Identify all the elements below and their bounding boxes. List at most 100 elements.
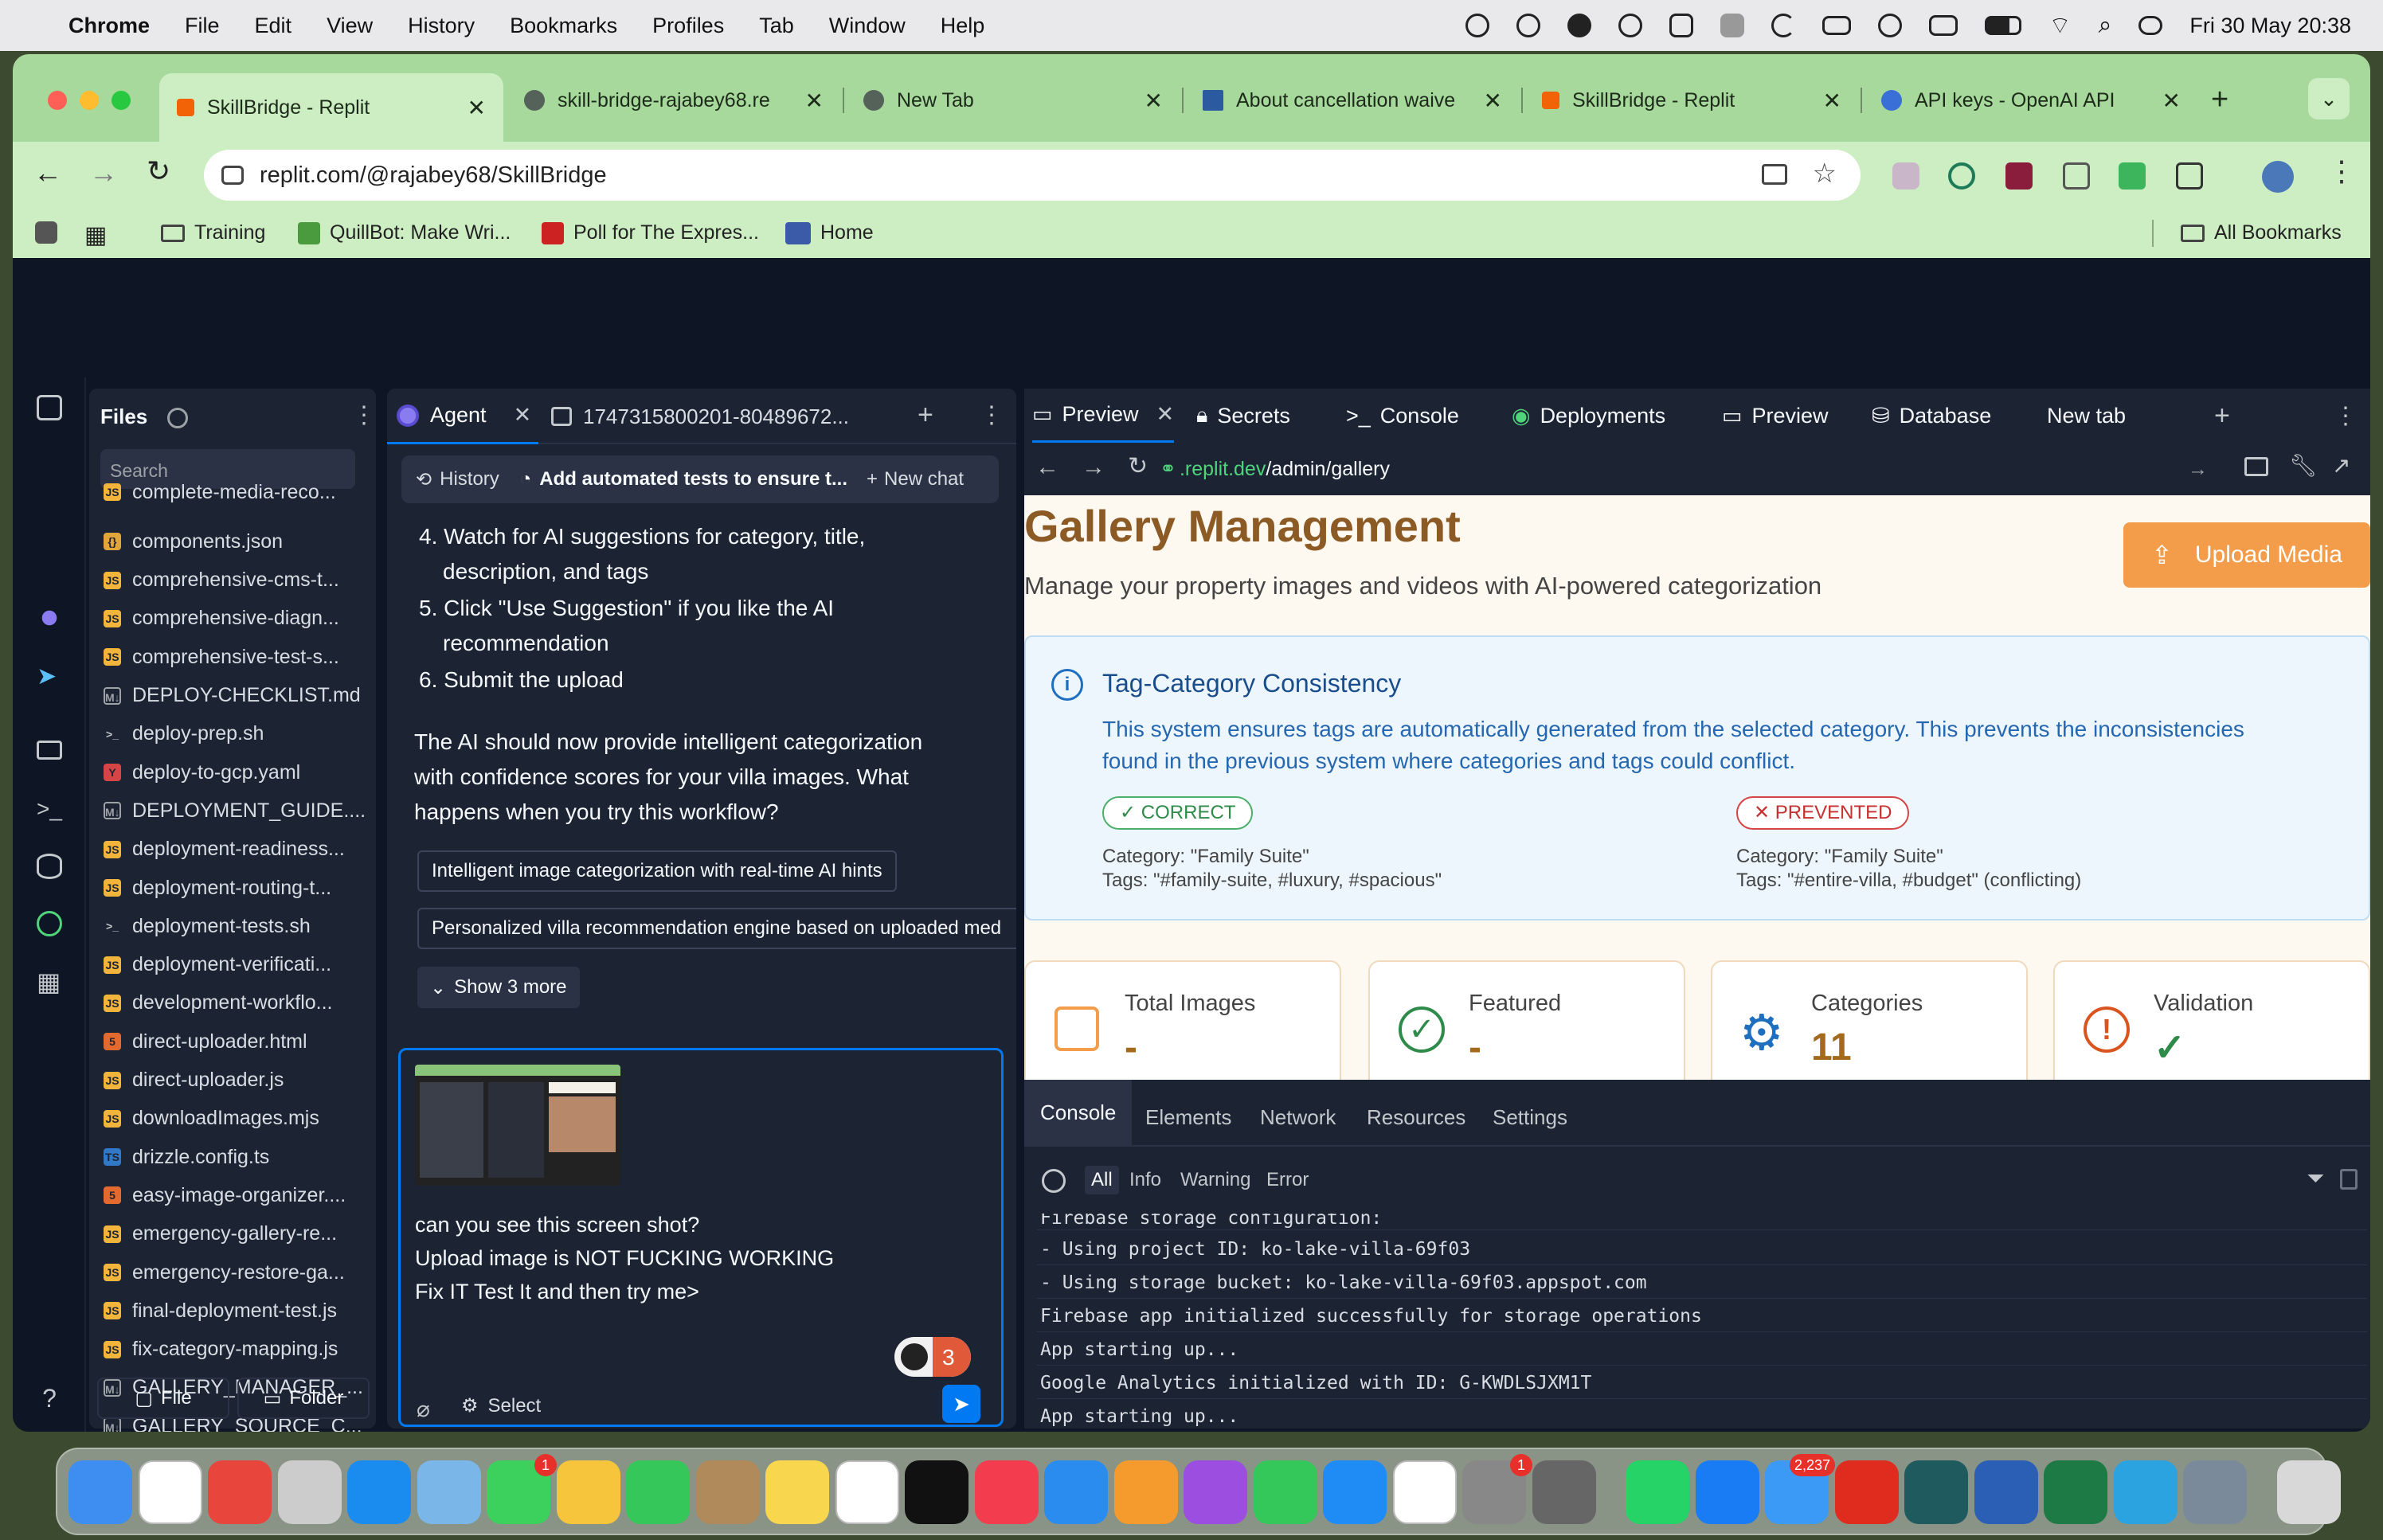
launchpad-icon[interactable] xyxy=(277,1460,342,1524)
tab-agent[interactable]: Agent ✕ xyxy=(387,389,538,444)
file-item[interactable]: >_ deployment-tests.sh xyxy=(104,910,311,942)
devices-icon[interactable] xyxy=(2244,457,2268,476)
display-icon[interactable] xyxy=(1929,15,1958,36)
profile-avatar[interactable] xyxy=(2262,161,2294,193)
file-item[interactable]: JS deployment-routing-t... xyxy=(104,872,331,904)
go-icon[interactable]: → xyxy=(2188,458,2208,481)
whatsapp-icon[interactable] xyxy=(1626,1460,1689,1524)
file-item[interactable]: TS drizzle.config.ts xyxy=(104,1141,269,1173)
control-center-icon[interactable] xyxy=(2138,16,2163,35)
menu-help[interactable]: Help xyxy=(941,14,985,38)
send-button[interactable]: ➤ xyxy=(942,1385,980,1423)
file-item[interactable]: JS deployment-verificati... xyxy=(104,949,331,981)
forward-icon[interactable]: → xyxy=(1082,454,1105,481)
perplexity-icon[interactable] xyxy=(1904,1460,1968,1524)
checkmark-status-icon[interactable] xyxy=(1618,14,1643,37)
trash-icon[interactable] xyxy=(2276,1460,2341,1524)
app-store-icon[interactable] xyxy=(1323,1460,1387,1524)
new-folder-button[interactable]: ▭ Folder xyxy=(237,1378,370,1419)
file-item[interactable]: JS complete-media-reco... xyxy=(104,476,336,508)
reminders-icon[interactable] xyxy=(835,1460,899,1524)
browser-tab-1[interactable]: SkillBridge - Replit ✕ xyxy=(159,73,503,142)
preview-url-input[interactable]: ⚭ .replit.dev /admin/gallery → xyxy=(1160,449,2208,489)
facetime-icon[interactable] xyxy=(626,1460,690,1524)
tab-console[interactable]: >_ Console xyxy=(1346,389,1459,443)
wifi-icon[interactable]: ⌔ xyxy=(2048,10,2071,41)
attached-screenshot-thumbnail[interactable] xyxy=(415,1065,620,1186)
close-tab-icon[interactable]: ✕ xyxy=(2162,88,2181,114)
database-icon[interactable] xyxy=(37,854,62,879)
photos-icon[interactable] xyxy=(556,1460,620,1524)
preview-monitor-icon[interactable] xyxy=(37,741,62,760)
extensions-puzzle-icon[interactable] xyxy=(2176,162,2203,190)
file-item[interactable]: M↓ DEPLOY-CHECKLIST.md xyxy=(104,680,361,712)
chat-input[interactable]: can you see this screen shot? Upload ima… xyxy=(398,1048,1004,1427)
browser-tab-6[interactable]: API keys - OpenAI API ✕ xyxy=(1864,73,2198,127)
acrobat-icon[interactable] xyxy=(1834,1460,1899,1524)
devtools-wrench-icon[interactable]: 🔧︎ xyxy=(2289,452,2318,479)
tab-image-file[interactable]: 1747315800201-80489672... xyxy=(551,389,849,444)
finder-icon[interactable] xyxy=(68,1460,132,1524)
menu-bookmarks[interactable]: Bookmarks xyxy=(510,14,617,38)
bookmark-quillbot[interactable]: QuillBot: Make Wri... xyxy=(298,221,511,244)
file-item[interactable]: JS final-deployment-test.js xyxy=(104,1295,337,1327)
telegram-icon[interactable] xyxy=(2113,1460,2178,1524)
sheets-extension-icon[interactable] xyxy=(2119,162,2146,190)
select-button[interactable]: ⚙ Select xyxy=(461,1394,541,1417)
preview-icon[interactable] xyxy=(417,1460,481,1524)
devtools-tab-console[interactable]: Console xyxy=(1024,1080,1133,1145)
memory-icon[interactable] xyxy=(1822,16,1852,35)
close-tab-icon[interactable]: ✕ xyxy=(1484,88,1502,114)
shell-icon[interactable]: >_ xyxy=(37,796,62,822)
grid-icon[interactable]: ▦ xyxy=(84,221,107,249)
file-item[interactable]: JS emergency-gallery-re... xyxy=(104,1218,337,1250)
reload-icon[interactable]: ↻ xyxy=(1128,452,1148,480)
battery-icon[interactable] xyxy=(1985,16,2022,35)
browser-tab-4[interactable]: About cancellation waive ✕ xyxy=(1185,73,1520,127)
file-item[interactable]: JS deployment-readiness... xyxy=(104,834,345,866)
sidebar-toggle-icon[interactable] xyxy=(37,395,62,420)
file-item[interactable]: JS direct-uploader.js xyxy=(104,1065,284,1096)
files-menu-icon[interactable]: ⋮ xyxy=(352,401,376,429)
moon-icon[interactable] xyxy=(1771,14,1796,37)
todoist-extension-icon[interactable] xyxy=(2005,162,2033,190)
file-item[interactable]: 5 easy-image-organizer.... xyxy=(104,1179,346,1211)
close-tab-icon[interactable]: ✕ xyxy=(1145,88,1163,114)
chrome-icon[interactable] xyxy=(208,1460,272,1524)
git-icon[interactable]: ➤ xyxy=(37,663,62,690)
add-tab-button[interactable]: + xyxy=(918,400,933,431)
pages-icon[interactable] xyxy=(1113,1460,1178,1524)
grammarly-status-icon[interactable] xyxy=(1567,14,1592,37)
tab-preview-2[interactable]: ▭ Preview xyxy=(1722,389,1829,443)
menu-file[interactable]: File xyxy=(185,14,220,38)
chrome-menu-icon[interactable]: ⋮ xyxy=(2327,154,2356,188)
deployments-icon[interactable] xyxy=(37,911,62,936)
address-bar[interactable]: replit.com/@rajabey68/SkillBridge ☆ xyxy=(204,150,1861,201)
tab-secrets[interactable]: 🔒︎ Secrets xyxy=(1196,389,1290,443)
chatgpt-status-icon[interactable] xyxy=(1516,14,1541,37)
filter-error[interactable]: Error xyxy=(1266,1169,1309,1191)
status-icon-1[interactable] xyxy=(1465,14,1490,37)
keynote-icon[interactable] xyxy=(1044,1460,1108,1524)
close-tab-icon[interactable]: ✕ xyxy=(1156,402,1175,427)
reload-button[interactable]: ↻ xyxy=(147,154,170,188)
iphone-mirroring-icon[interactable] xyxy=(1532,1460,1596,1524)
tab-search-button[interactable]: ⌄ xyxy=(2308,78,2350,119)
user-status-icon[interactable] xyxy=(1720,14,1745,37)
freeform-icon[interactable] xyxy=(1392,1460,1457,1524)
suggestion-chip-1[interactable]: Intelligent image categorization with re… xyxy=(417,850,897,892)
tab-new[interactable]: New tab xyxy=(2047,389,2126,443)
podcasts-icon[interactable] xyxy=(1184,1460,1247,1524)
word-icon[interactable] xyxy=(1974,1460,2038,1524)
menu-history[interactable]: History xyxy=(408,14,475,38)
contacts-icon[interactable] xyxy=(695,1460,760,1524)
messages-icon[interactable]: 1 xyxy=(487,1454,557,1524)
play-icon[interactable] xyxy=(1878,14,1903,37)
browser-tab-3[interactable]: New Tab ✕ xyxy=(846,73,1180,127)
filter-warning[interactable]: Warning xyxy=(1180,1169,1250,1191)
file-item[interactable]: 5 direct-uploader.html xyxy=(104,1026,307,1057)
file-item[interactable]: JS emergency-restore-ga... xyxy=(104,1257,345,1288)
devtools-tab-settings[interactable]: Settings xyxy=(1493,1089,1567,1145)
menu-view[interactable]: View xyxy=(327,14,373,38)
file-item[interactable]: >_ deploy-prep.sh xyxy=(104,718,264,750)
